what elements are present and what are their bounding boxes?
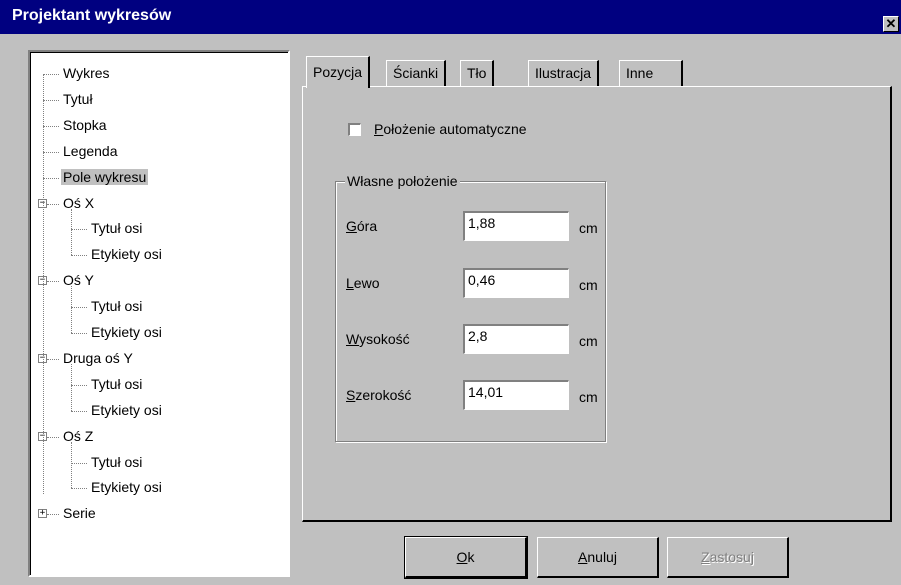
expand-icon[interactable]: + [38,509,47,519]
chart-element-tree[interactable]: Wykres Tytuł Stopka Legenda Pole wykresu Oś X… [28,50,290,577]
tree-node-label: Wykres [63,65,110,81]
tree-connector [43,125,59,127]
tree-connector [43,151,59,153]
height-label: Wysokość [346,331,410,347]
left-unit: cm [579,277,598,293]
tree-node[interactable]: Serie [61,502,98,524]
tree-connector [47,358,59,360]
tree-node[interactable]: Stopka [61,114,109,136]
tree-node[interactable]: Tytuł osi [89,373,144,395]
tree-node-label: Oś Y [63,272,94,289]
height-input[interactable]: 2,8 [463,324,569,354]
tree-connector [43,74,44,495]
width-unit: cm [579,389,598,405]
tree-node-label: Tytuł [63,90,93,107]
tree-node[interactable]: Etykiety osi [89,243,164,265]
tree-node-label: Etykiety osi [91,246,162,263]
apply-button[interactable]: Zastosuj [667,537,789,578]
tab-tlo[interactable]: Tło [460,60,495,87]
tree-node-label: Oś X [63,194,95,211]
tree-node-label: Legenda [63,142,118,159]
tree-node[interactable]: Oś X [61,192,96,214]
tree-connector [71,410,87,412]
cancel-button[interactable]: Anuluj [537,537,659,578]
tree-connector [71,286,72,333]
top-input[interactable]: 1,88 [463,211,569,241]
tree-connector [47,281,59,283]
tree-node-label: Oś Z [63,427,94,444]
tree-node-label: Tytuł osi [91,375,143,392]
tree-node-label: Tytuł osi [91,298,143,315]
tree-node[interactable]: Oś Z [61,425,95,447]
tree-connector [71,441,72,489]
tab-inne[interactable]: Inne [619,60,683,87]
tree-node-label: Tytuł osi [91,220,143,237]
tree-connector [71,363,72,411]
top-label: Góra [346,218,378,234]
tree-node[interactable]: Legenda [61,140,120,162]
tree-connector [43,74,59,75]
title-bar[interactable]: Projektant wykresów ✕ [0,0,901,34]
ok-button[interactable]: Ok [404,536,528,579]
top-unit: cm [579,220,598,236]
tree-node-label: Etykiety osi [91,479,162,496]
tree-node[interactable]: Etykiety osi [89,476,164,498]
tab-pozycja[interactable]: Pozycja [306,56,371,88]
tree-connector [47,203,59,205]
width-label: Szerokość [346,387,412,403]
tree-node[interactable]: Oś Y [61,269,96,291]
tree-node-label: Serie [63,505,96,522]
tree-node[interactable]: Tytuł osi [89,451,144,473]
tree-connector [71,229,87,231]
tree-node[interactable]: Tytuł osi [89,295,144,317]
chart-designer-window: Projektant wykresów ✕ Wykres Tytuł Stopka L… [0,0,901,585]
tree-node[interactable]: Etykiety osi [89,399,164,421]
tree-node-label: Etykiety osi [91,324,162,340]
auto-position-label[interactable]: Położenie automatyczne [374,121,527,137]
height-unit: cm [579,333,598,349]
tree-node[interactable]: Pole wykresu [61,166,149,188]
tree-node-label: Druga oś Y [63,349,133,366]
auto-position-checkbox[interactable] [348,123,361,136]
tab-ilustracja[interactable]: Ilustracja [528,60,600,87]
window-title: Projektant wykresów [12,7,172,24]
tree-connector [43,99,59,101]
left-input[interactable]: 0,46 [463,268,569,298]
tree-node[interactable]: Tytuł osi [89,217,144,239]
tree-connector [71,333,87,334]
tree-connector [71,307,87,309]
tree-connector [71,462,87,464]
tree-connector [47,514,59,516]
tree-connector [71,384,87,386]
tree-node-label: Etykiety osi [91,401,162,418]
custom-position-group-title: Własne położenie [345,173,460,189]
width-input[interactable]: 14,01 [463,380,569,410]
left-label: Lewo [346,275,380,291]
tree-connector [43,177,59,179]
tree-connector [71,488,87,490]
tree-connector [71,208,72,256]
tree-node-label: Tytuł osi [91,453,143,470]
tree-node[interactable]: Tytuł [61,88,95,110]
tree-node-label: Stopka [63,116,107,133]
close-icon[interactable]: ✕ [883,16,899,32]
tree-node[interactable]: Druga oś Y [61,347,135,369]
tab-scianki[interactable]: Ścianki [386,60,447,87]
tree-node[interactable]: Wykres [61,62,112,84]
tree-node-label: Pole wykresu [61,168,149,185]
tree-connector [71,255,87,257]
tree-node[interactable]: Etykiety osi [89,321,164,343]
tree-connector [47,436,59,438]
